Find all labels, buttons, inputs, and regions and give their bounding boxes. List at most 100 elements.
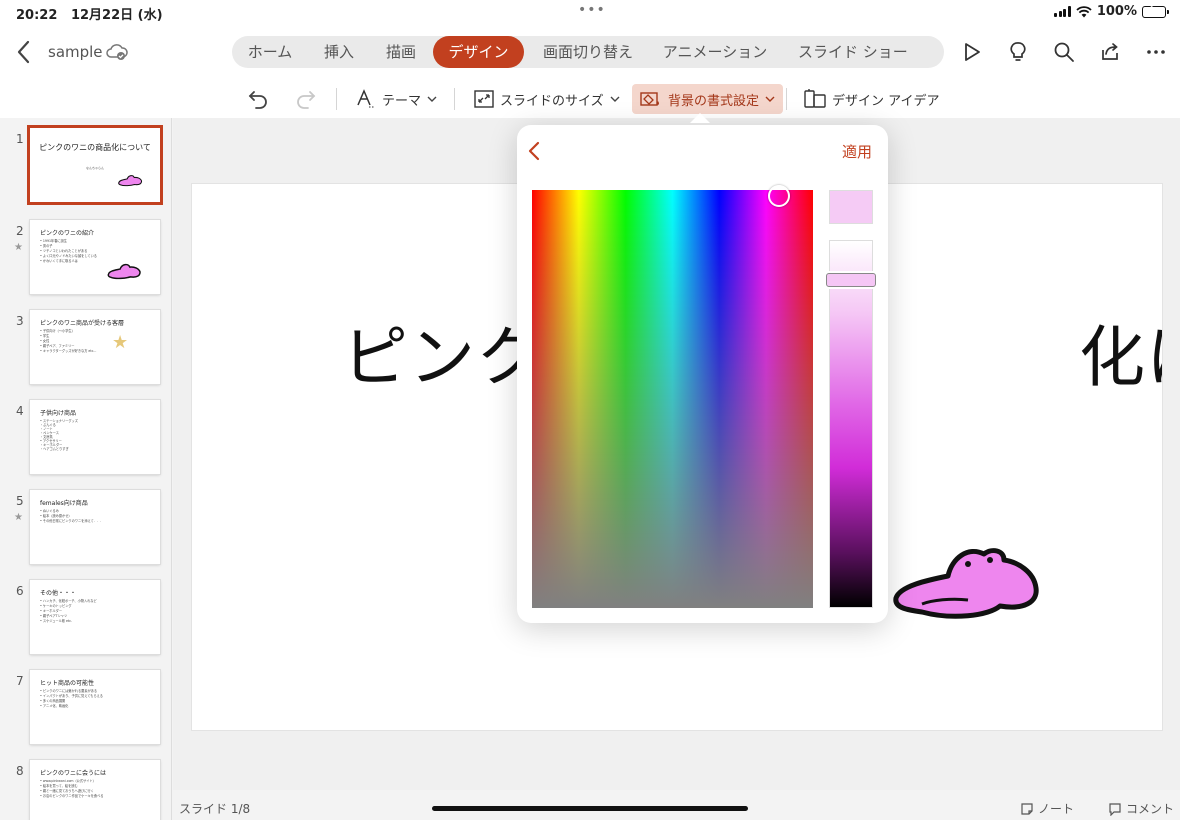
thumbnail-title: 子供向け商品 xyxy=(40,410,77,417)
tab-home[interactable]: ホーム xyxy=(232,36,308,68)
theme-button[interactable]: テーマ xyxy=(354,84,437,114)
slide-number: 7 xyxy=(16,674,24,688)
chevron-down-icon xyxy=(765,96,775,102)
tab-slideshow[interactable]: スライド ショー xyxy=(784,36,924,68)
chevron-down-icon xyxy=(427,96,437,102)
tab-design[interactable]: デザイン xyxy=(433,36,524,68)
notes-label: ノート xyxy=(1037,802,1074,816)
slide-size-button[interactable]: スライドのサイズ xyxy=(474,84,620,114)
slide-thumbnail-row-1: 1 ピンクのワニの商品化について なんちゃらん xyxy=(0,118,171,202)
design-ideas-button[interactable]: デザイン アイデア xyxy=(804,84,939,114)
battery-percent: 100% xyxy=(1096,4,1137,19)
spectrum-handle[interactable] xyxy=(768,185,790,207)
selected-color-swatch xyxy=(829,190,873,224)
design-toolbar: テーマ スライドのサイズ 背景の書式設定 デザイン アイデア xyxy=(0,80,1180,118)
slide-number: 3 xyxy=(16,314,24,328)
background-format-button[interactable]: 背景の書式設定 xyxy=(632,84,784,114)
slide-thumbnail-row-5: 5 ★ females向け商品 • ぬいぐるみ • 絵本（読み聞かせ） • その他日… xyxy=(0,480,171,564)
back-chevron-icon[interactable] xyxy=(12,38,38,66)
notes-button[interactable]: ノート xyxy=(1020,800,1074,817)
theme-label: テーマ xyxy=(382,93,422,109)
cellular-signal-icon xyxy=(1054,6,1071,17)
pink-crocodile-image[interactable] xyxy=(892,546,1040,626)
thumbnail-body: • ピンクのワニには魅かれる要素がある • インパクトがあり、子供に覚えてもらえる… xyxy=(40,689,103,708)
thumbnail-title: ピンクのワニ商品が受ける客層 xyxy=(40,320,125,327)
thumbnail-title: その他・・・ xyxy=(40,590,77,597)
slide-thumbnail-3[interactable]: ピンクのワニ商品が受ける客層 • 子供向け（～小学生） • 学生 • 女性 • 親子ペ… xyxy=(30,310,160,384)
slide-number: 5 xyxy=(16,494,24,508)
thumbnail-body: • 1991年春に誕生 • 男の子 • ツチノコといわれたことがある • よく口元やノ… xyxy=(40,239,97,263)
theme-a-icon xyxy=(357,89,375,108)
status-bar: 20:22 12月22日 (水) ••• 100% ⚡ xyxy=(0,0,1180,24)
slide-thumbnail-1[interactable]: ピンクのワニの商品化について なんちゃらん xyxy=(30,128,160,202)
slide-thumbnail-2[interactable]: ピンクのワニの紹介 • 1991年春に誕生 • 男の子 • ツチノコといわれたことが… xyxy=(30,220,160,294)
slide-thumbnail-row-7: 7 ヒット商品の可能性 • ピンクのワニには魅かれる要素がある • インパクトがあ… xyxy=(0,660,171,744)
share-icon[interactable] xyxy=(1098,40,1122,64)
chevron-down-icon xyxy=(610,96,620,102)
comment-icon xyxy=(1109,802,1121,816)
slide-thumbnail-row-2: 2 ★ ピンクのワニの紹介 • 1991年春に誕生 • 男の子 • ツチノコといわれ… xyxy=(0,210,171,294)
tab-insert[interactable]: 挿入 xyxy=(308,36,370,68)
slide-number: 1 xyxy=(16,132,24,146)
slide-number: 2 xyxy=(16,224,24,238)
status-right: 100% ⚡ xyxy=(1054,3,1169,19)
ribbon-tabs: ホーム 挿入 描画 デザイン 画面切り替え アニメーション スライド ショー xyxy=(232,36,944,68)
more-options-icon[interactable] xyxy=(1144,40,1168,64)
background-fill-icon xyxy=(640,92,659,106)
back-chevron-icon[interactable] xyxy=(525,139,545,163)
comments-label: コメント xyxy=(1125,802,1174,816)
design-ideas-label: デザイン アイデア xyxy=(832,93,940,109)
slide-thumbnail-5[interactable]: females向け商品 • ぬいぐるみ • 絵本（読み聞かせ） • その他日常にピン… xyxy=(30,490,160,564)
cloud-saved-icon[interactable] xyxy=(106,42,128,62)
slide-thumbnail-panel[interactable]: 1 ピンクのワニの商品化について なんちゃらん 2 ★ ピンクのワニの紹介 • … xyxy=(0,118,172,820)
thumbnail-title: ピンクのワニの紹介 xyxy=(40,230,95,237)
star-icon: ★ xyxy=(112,332,129,353)
home-indicator[interactable] xyxy=(432,806,748,811)
status-time: 20:22 12月22日 (水) xyxy=(16,8,163,23)
slide-number: 4 xyxy=(16,404,24,418)
slide-thumbnail-row-8: 8 ピンクのワニに会うには • www.pinkwani.com（公式サイト） •… xyxy=(0,750,171,820)
background-format-label: 背景の書式設定 xyxy=(668,93,760,109)
thumbnail-body: • 子供向け（～小学生） • 学生 • 女性 • 親子ペア、ファミリー • キャラクター… xyxy=(40,329,97,353)
undo-icon[interactable] xyxy=(246,84,272,114)
redo-icon[interactable] xyxy=(292,84,318,114)
play-icon[interactable] xyxy=(960,40,984,64)
app-header: sample ホーム 挿入 描画 デザイン 画面切り替え アニメーション スライ… xyxy=(0,24,1180,118)
search-icon[interactable] xyxy=(1052,40,1076,64)
slide-thumbnail-8[interactable]: ピンクのワニに会うには • www.pinkwani.com（公式サイト） • 絵… xyxy=(30,760,160,820)
star-icon: ★ xyxy=(14,242,23,253)
thumbnail-subtitle: なんちゃらん xyxy=(85,166,104,170)
tab-animations[interactable]: アニメーション xyxy=(650,36,780,68)
slide-thumbnail-7[interactable]: ヒット商品の可能性 • ピンクのワニには魅かれる要素がある • インパクトがあり、… xyxy=(30,670,160,744)
slide-number: 8 xyxy=(16,764,24,778)
color-picker-popover: 適用 xyxy=(517,125,888,623)
thumbnail-title: ヒット商品の可能性 xyxy=(40,680,95,687)
color-spectrum[interactable] xyxy=(532,185,813,608)
multitasking-dots[interactable]: ••• xyxy=(578,2,606,18)
thumbnail-title: females向け商品 xyxy=(40,500,88,507)
pink-crocodile-icon xyxy=(118,175,143,187)
status-footer: スライド 1/8 ノート コメント xyxy=(173,790,1180,820)
tab-draw[interactable]: 描画 xyxy=(370,36,432,68)
thumbnail-body: • ハンカチ、化粧ポーチ、小物入れなど • ケーキのトッピング • キーホルダー • … xyxy=(40,599,97,623)
slide-thumbnail-row-3: 3 ピンクのワニ商品が受ける客層 • 子供向け（～小学生） • 学生 • 女性 • 親… xyxy=(0,300,171,384)
lightbulb-icon[interactable] xyxy=(1006,40,1030,64)
tab-transitions[interactable]: 画面切り替え xyxy=(528,36,648,68)
apply-button[interactable]: 適用 xyxy=(842,141,872,162)
design-ideas-icon xyxy=(804,89,826,108)
popover-arrow xyxy=(690,113,710,123)
slide-counter: スライド 1/8 xyxy=(179,802,251,816)
slide-thumbnail-6[interactable]: その他・・・ • ハンカチ、化粧ポーチ、小物入れなど • ケーキのトッピング • キ… xyxy=(30,580,160,654)
lightness-handle[interactable] xyxy=(826,273,876,287)
slide-thumbnail-row-4: 4 子供向け商品 • ステーショナリーグッズ ・ぶんぐる ・ノート ・ペンケース… xyxy=(0,390,171,474)
thumbnail-title: ピンクのワニに会うには xyxy=(40,770,107,777)
resize-icon xyxy=(474,90,494,108)
lightness-slider[interactable] xyxy=(826,240,876,608)
wifi-icon xyxy=(1076,5,1092,17)
slide-size-label: スライドのサイズ xyxy=(500,93,604,109)
battery-icon: ⚡ xyxy=(1142,3,1169,18)
thumbnail-title: ピンクのワニの商品化について xyxy=(39,143,151,152)
slide-thumbnail-4[interactable]: 子供向け商品 • ステーショナリーグッズ ・ぶんぐる ・ノート ・ペンケース ・… xyxy=(30,400,160,474)
comments-button[interactable]: コメント xyxy=(1108,800,1174,817)
thumbnail-body: • www.pinkwani.com（公式サイト） • 絵本を買って、絵を読む • … xyxy=(40,779,104,798)
